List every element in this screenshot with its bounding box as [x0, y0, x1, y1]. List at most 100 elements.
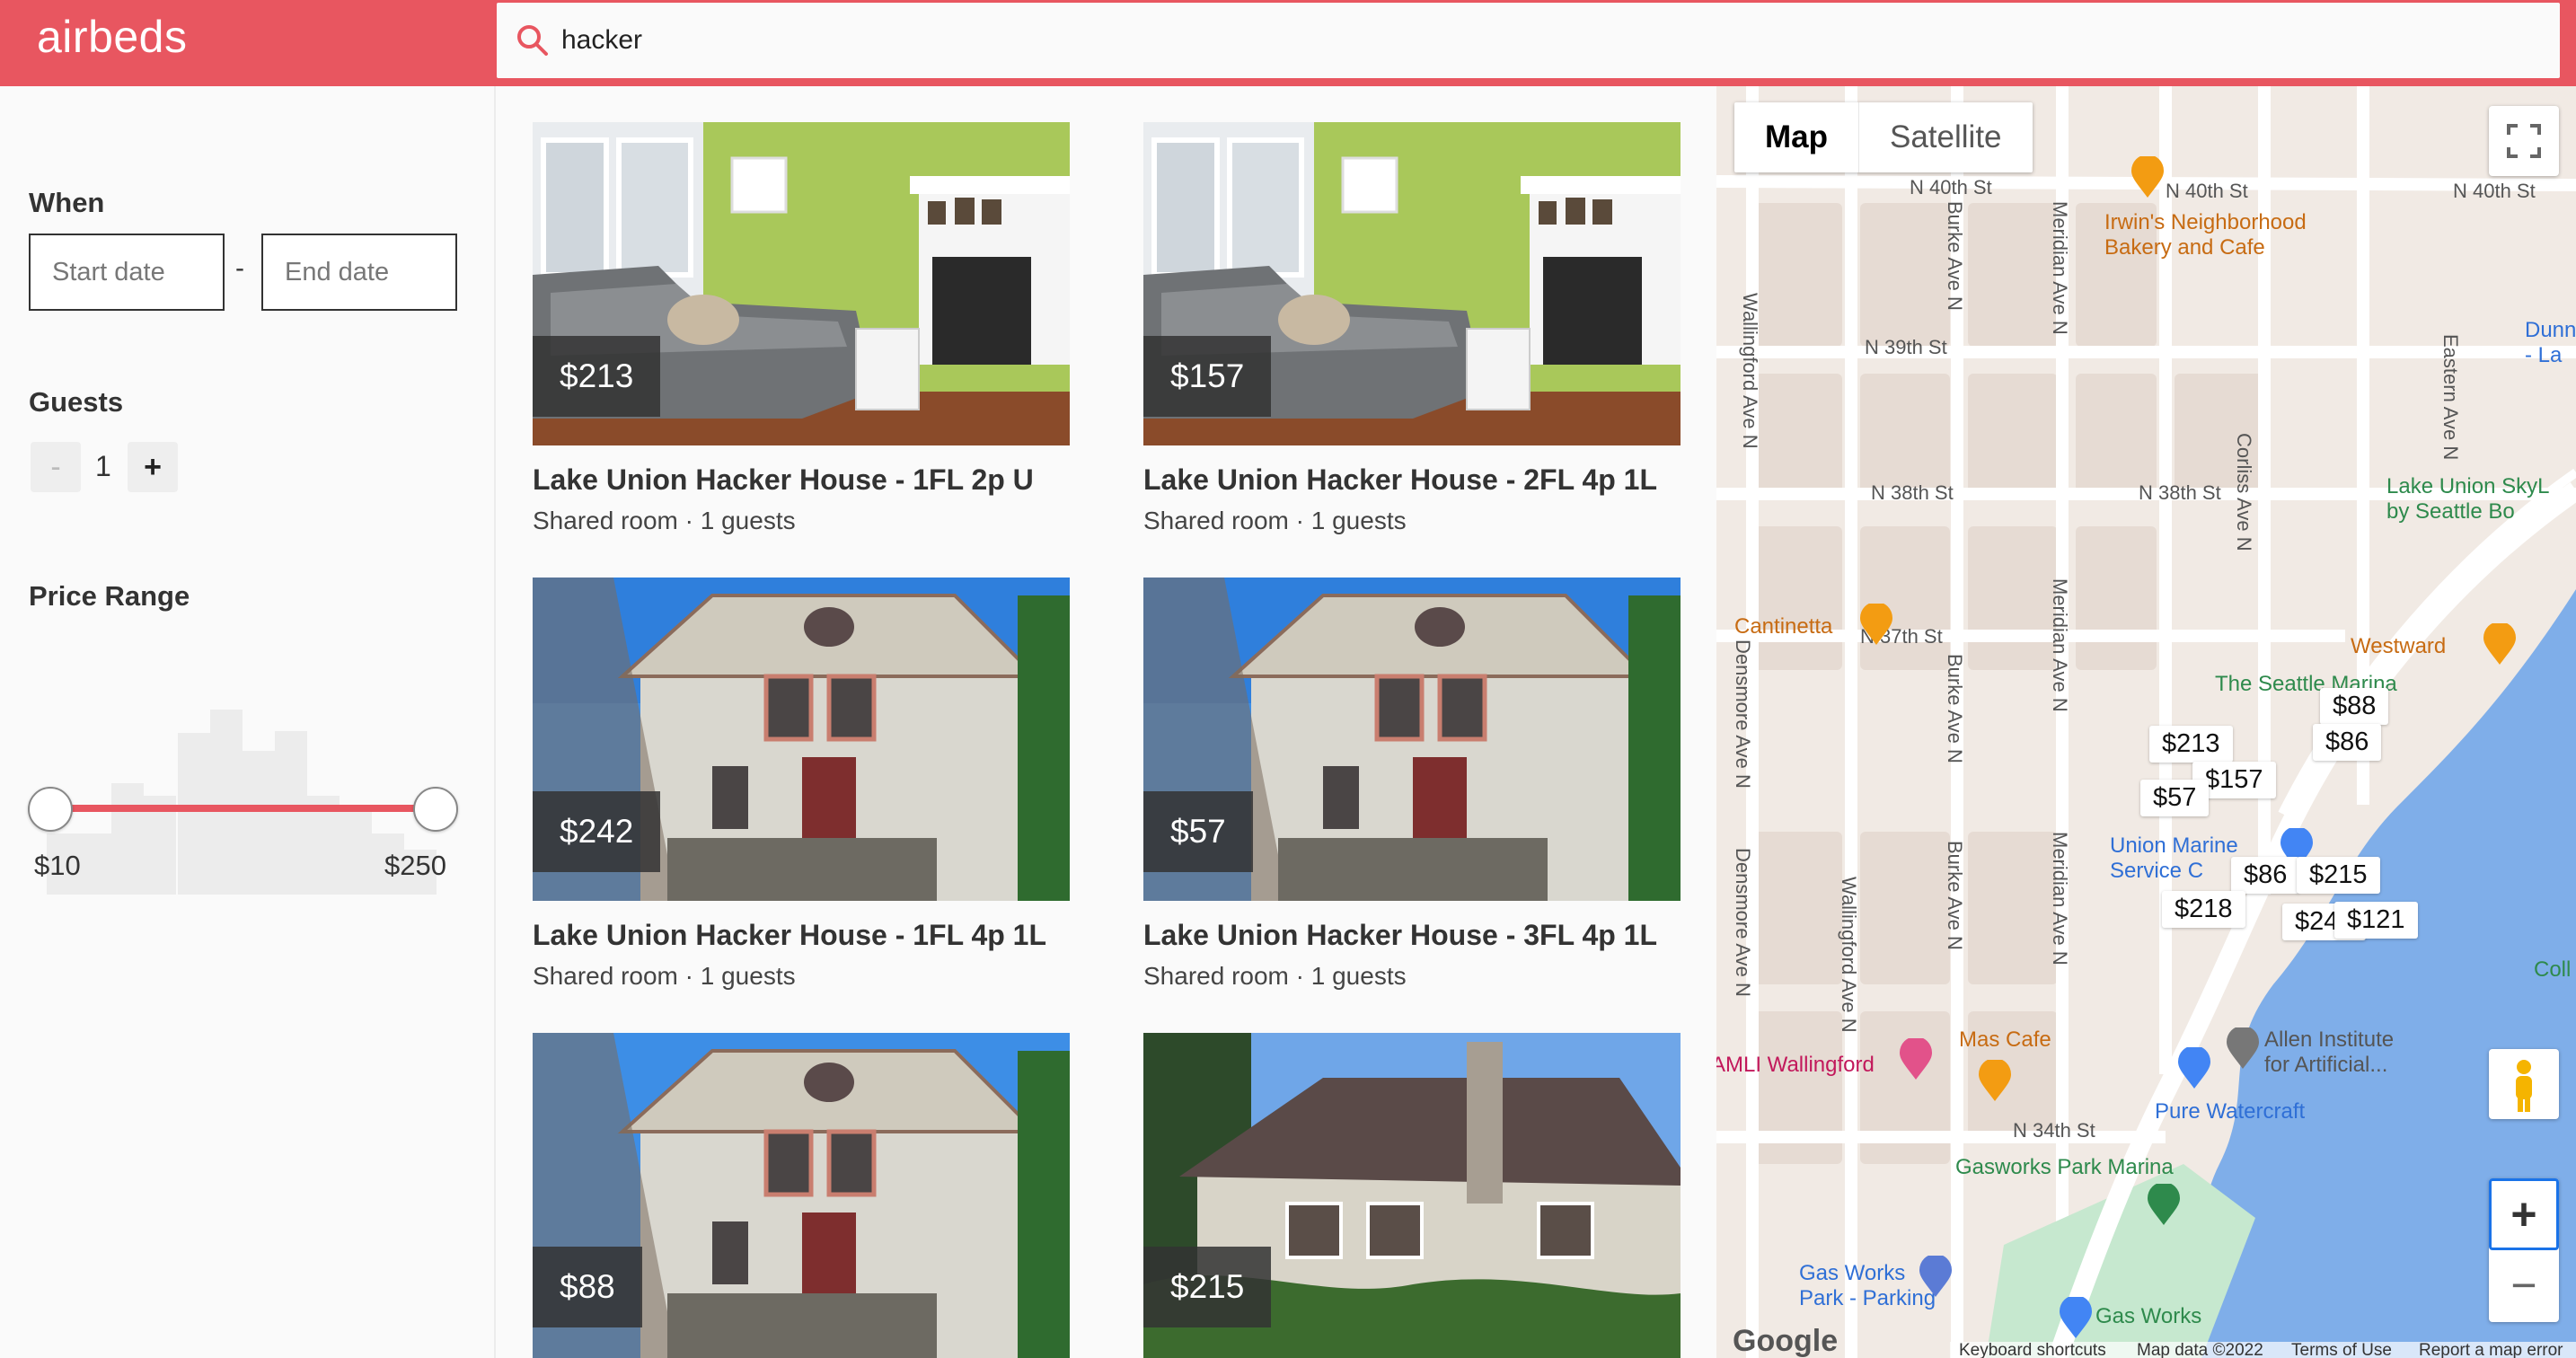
- cafe-pin-icon[interactable]: [2130, 156, 2166, 199]
- place-gasworks-marina[interactable]: Gasworks Park Marina: [1955, 1155, 2174, 1180]
- street-label: Burke Ave N: [1944, 841, 1966, 950]
- fullscreen-button[interactable]: [2489, 106, 2559, 176]
- google-logo: Google: [1733, 1324, 1839, 1358]
- place-coll[interactable]: Coll: [2534, 957, 2571, 983]
- price-max-label: $250: [384, 850, 446, 881]
- end-date-field[interactable]: End date: [261, 234, 457, 311]
- place-westward[interactable]: Westward: [2351, 634, 2446, 659]
- filter-sidebar: When Start date - End date Guests - 1 + …: [0, 86, 496, 1358]
- price-max-handle[interactable]: [413, 787, 458, 832]
- histogram-bar: [243, 751, 275, 895]
- search-box[interactable]: [497, 3, 2560, 78]
- histogram-bar: [178, 733, 210, 895]
- place-lake-union-skyline[interactable]: Lake Union SkyL by Seattle Bo: [2386, 474, 2549, 525]
- listing-price-badge: $215: [1143, 1247, 1272, 1327]
- map-price-marker[interactable]: $218: [2162, 891, 2245, 928]
- street-label: N 34th St: [2013, 1119, 2095, 1142]
- search-input[interactable]: [561, 15, 2537, 66]
- street-label: N 40th St: [2453, 180, 2536, 202]
- guests-decrement-button[interactable]: -: [31, 442, 81, 492]
- street-label: Meridian Ave N: [2049, 832, 2071, 966]
- price-slider-track[interactable]: [50, 805, 435, 812]
- street-label: N 38th St: [2139, 481, 2221, 504]
- street-label: Eastern Ave N: [2439, 334, 2462, 461]
- street-label: Meridian Ave N: [2049, 578, 2071, 712]
- place-union-marine[interactable]: Union Marine Service C: [2110, 833, 2238, 884]
- zoom-out-button[interactable]: −: [2489, 1252, 2559, 1322]
- listing-title[interactable]: Lake Union Hacker House - 1FL 2p U: [533, 463, 1034, 497]
- map-tab-map[interactable]: Map: [1734, 102, 1859, 172]
- when-heading: When: [29, 187, 105, 218]
- restaurant-pin-icon[interactable]: [2482, 623, 2518, 666]
- listing-title[interactable]: Lake Union Hacker House - 1FL 4p 1L: [533, 919, 1046, 952]
- listing-price-badge: $57: [1143, 791, 1253, 872]
- street-label: N 40th St: [2166, 180, 2248, 202]
- listing-title[interactable]: Lake Union Hacker House - 3FL 4p 1L: [1143, 919, 1657, 952]
- street-label: Densmore Ave N: [1732, 848, 1754, 997]
- street-label: Corliss Ave N: [2233, 433, 2255, 551]
- street-view-pegman[interactable]: [2489, 1049, 2559, 1119]
- street-label: Burke Ave N: [1944, 201, 1966, 311]
- price-histogram: [47, 625, 437, 895]
- place-gasworks-parking[interactable]: Gas Works Park - Parking: [1799, 1261, 1936, 1311]
- restaurant-pin-icon[interactable]: [1977, 1060, 2013, 1103]
- search-icon: [517, 25, 548, 56]
- place-amli[interactable]: AMLI Wallingford: [1716, 1053, 1875, 1078]
- top-bar: airbeds: [0, 0, 2576, 86]
- guests-increment-button[interactable]: +: [128, 442, 178, 492]
- hotel-pin-icon[interactable]: [1898, 1038, 1934, 1081]
- app-logo[interactable]: airbeds: [37, 11, 188, 63]
- zoom-control: + −: [2489, 1178, 2559, 1322]
- terms-link[interactable]: Terms of Use: [2291, 1341, 2392, 1358]
- listing-subtitle: Shared room · 1 guests: [1143, 962, 1407, 990]
- price-min-handle[interactable]: [28, 787, 73, 832]
- map-price-marker[interactable]: $213: [2149, 726, 2233, 763]
- zoom-in-button[interactable]: +: [2489, 1178, 2559, 1250]
- map-price-marker[interactable]: $86: [2231, 857, 2300, 894]
- place-dunn[interactable]: Dunn - La: [2525, 318, 2576, 368]
- institute-pin-icon[interactable]: [2225, 1027, 2261, 1071]
- restaurant-pin-icon[interactable]: [1858, 604, 1894, 647]
- map-price-marker[interactable]: $215: [2297, 857, 2380, 894]
- listing-price-badge: $88: [533, 1247, 642, 1327]
- marina-pin-icon[interactable]: [2146, 1184, 2182, 1227]
- place-mas-cafe[interactable]: Mas Cafe: [1959, 1027, 2051, 1053]
- guests-heading: Guests: [29, 386, 124, 418]
- date-separator: -: [235, 253, 244, 283]
- street-label: N 38th St: [1871, 481, 1954, 504]
- fullscreen-icon: [2507, 124, 2541, 158]
- report-error-link[interactable]: Report a map error: [2419, 1341, 2563, 1358]
- parking-pin-icon[interactable]: [1918, 1256, 1954, 1299]
- map-data-text: Map data ©2022: [2137, 1341, 2263, 1358]
- place-gasworks[interactable]: Gas Works: [2095, 1304, 2201, 1329]
- street-label: Burke Ave N: [1944, 654, 1966, 763]
- listing-subtitle: Shared room · 1 guests: [533, 962, 796, 990]
- shop-pin-icon[interactable]: [2176, 1047, 2212, 1090]
- map-tab-satellite[interactable]: Satellite: [1859, 102, 2033, 172]
- listing-subtitle: Shared room · 1 guests: [533, 507, 796, 534]
- start-date-field[interactable]: Start date: [29, 234, 225, 311]
- map-price-marker[interactable]: $86: [2313, 724, 2382, 761]
- price-range-heading: Price Range: [29, 580, 190, 612]
- place-pure-watercraft[interactable]: Pure Watercraft: [2155, 1099, 2305, 1124]
- pegman-icon: [2516, 1060, 2532, 1112]
- histogram-bar: [79, 833, 111, 895]
- histogram-bar: [111, 783, 144, 895]
- listing-title[interactable]: Lake Union Hacker House - 2FL 4p 1L: [1143, 463, 1657, 497]
- map-view[interactable]: Map Satellite + − N 40th St N 40th St N …: [1716, 86, 2576, 1358]
- place-cantinetta[interactable]: Cantinetta: [1734, 614, 1832, 639]
- histogram-bar: [210, 710, 243, 895]
- map-price-marker[interactable]: $57: [2140, 780, 2210, 816]
- street-label: N 39th St: [1865, 336, 1947, 358]
- street-label: Wallingford Ave N: [1739, 293, 1761, 449]
- place-irwins[interactable]: Irwin's Neighborhood Bakery and Cafe: [2104, 210, 2307, 260]
- map-price-marker[interactable]: $88: [2320, 688, 2389, 725]
- keyboard-shortcuts-link[interactable]: Keyboard shortcuts: [1959, 1341, 2106, 1358]
- histogram-bar: [340, 808, 372, 895]
- place-allen-institute[interactable]: Allen Institute for Artificial...: [2264, 1027, 2394, 1078]
- map-type-tabs: Map Satellite: [1734, 102, 2033, 172]
- map-price-marker[interactable]: $121: [2334, 902, 2418, 939]
- listing-subtitle: Shared room · 1 guests: [1143, 507, 1407, 534]
- listing-price-badge: $242: [533, 791, 661, 872]
- park-pin-icon[interactable]: [2058, 1297, 2094, 1340]
